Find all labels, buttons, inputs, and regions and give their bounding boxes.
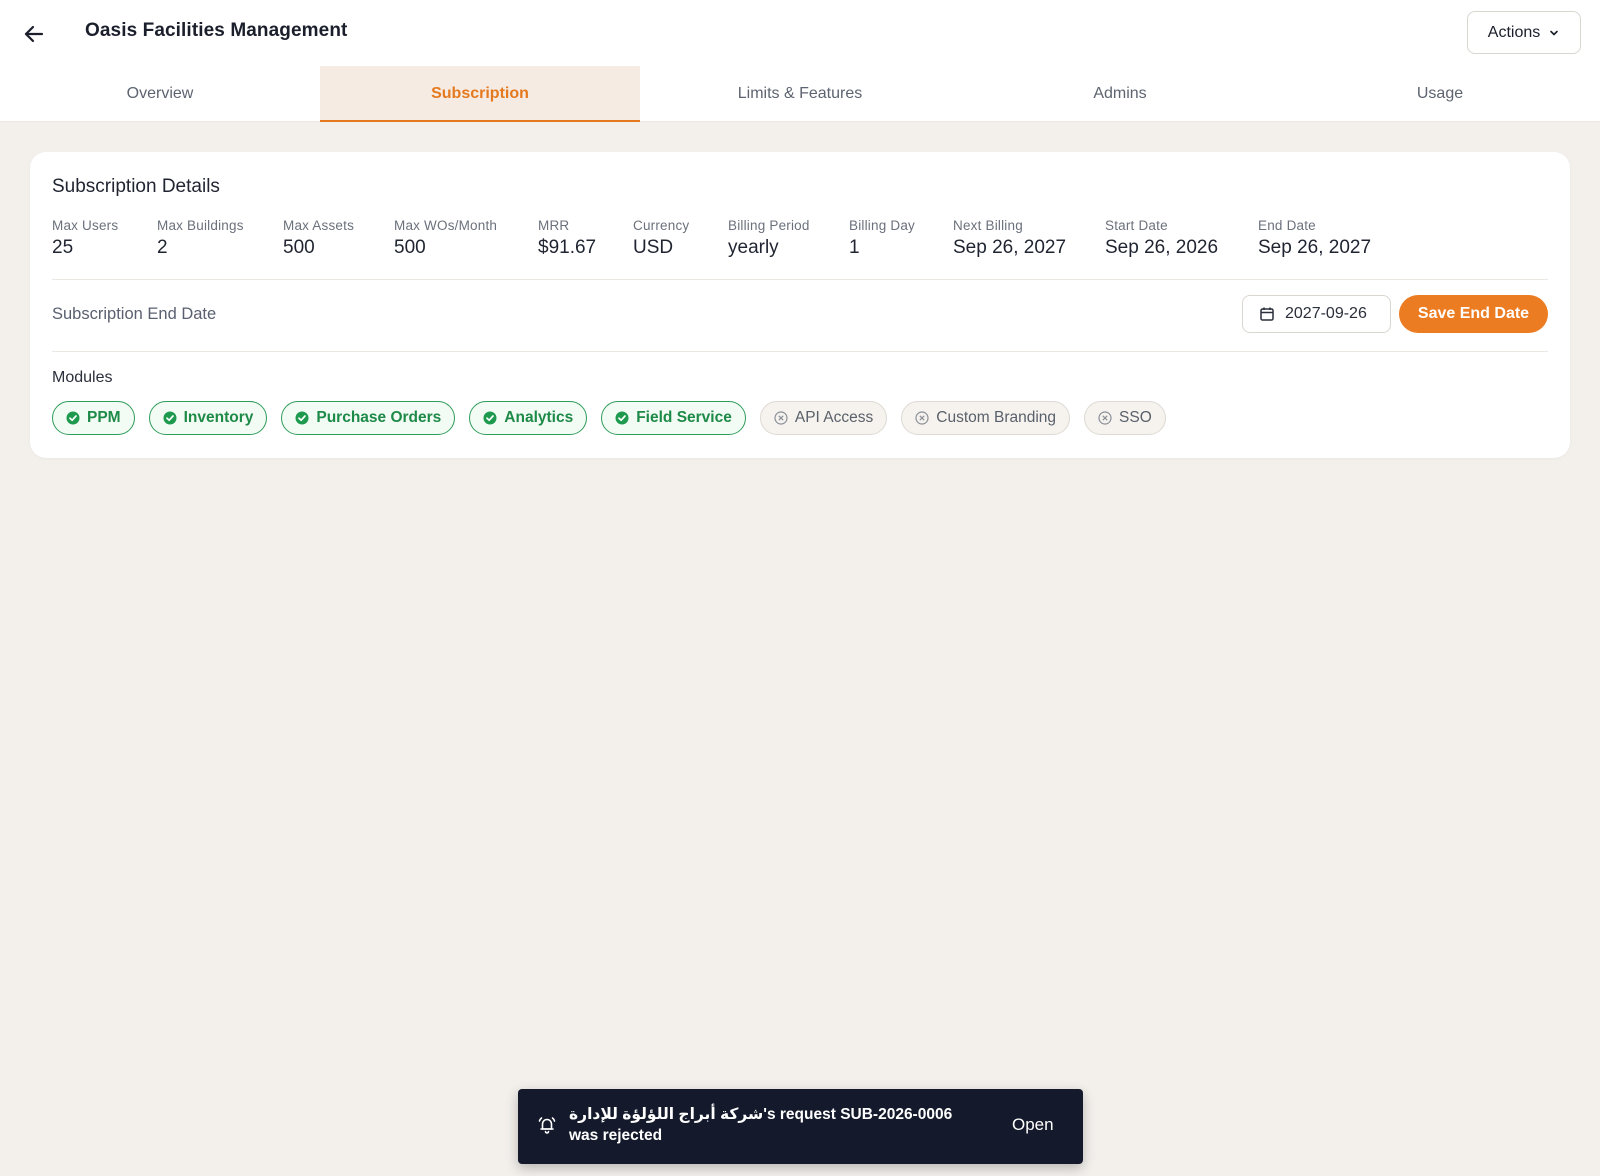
x-circle-icon <box>915 411 929 425</box>
stat-label: Currency <box>633 218 690 233</box>
stat-max-wos-month: Max WOs/Month 500 <box>394 218 497 259</box>
card-title: Subscription Details <box>52 176 220 197</box>
stat-label: Billing Period <box>728 218 810 233</box>
save-end-date-button[interactable]: Save End Date <box>1399 295 1548 333</box>
stat-billing-period: Billing Period yearly <box>728 218 810 259</box>
divider <box>52 351 1548 352</box>
tab-overview[interactable]: Overview <box>0 66 320 122</box>
module-chip-api-access[interactable]: API Access <box>759 401 888 435</box>
stat-value: Sep 26, 2027 <box>953 237 1067 258</box>
module-label: API Access <box>794 409 874 426</box>
stat-value: Sep 26, 2027 <box>1258 237 1372 258</box>
bell-ring-icon <box>538 1117 556 1134</box>
stat-billing-day: Billing Day 1 <box>849 218 915 259</box>
tab-usage[interactable]: Usage <box>1280 66 1600 122</box>
stat-label: Max Buildings <box>157 218 244 233</box>
app-header: Oasis Facilities Management Actions Over… <box>0 0 1600 122</box>
tab-admins[interactable]: Admins <box>960 66 1280 122</box>
divider <box>52 279 1548 280</box>
stat-value: USD <box>633 237 674 258</box>
stat-value: $91.67 <box>538 237 597 258</box>
x-circle-icon <box>1098 411 1112 425</box>
module-label: PPM <box>87 409 121 426</box>
end-date-value: 2027-09-26 <box>1285 305 1367 322</box>
modules-list: PPM Inventory Purchase Orders Analytics … <box>52 401 1166 435</box>
stat-max-users: Max Users 25 <box>52 218 118 259</box>
module-chip-field-service[interactable]: Field Service <box>601 401 746 435</box>
page-title: Oasis Facilities Management <box>85 20 348 41</box>
module-label: Field Service <box>636 409 732 426</box>
module-label: SSO <box>1119 409 1152 426</box>
tab-limits-features[interactable]: Limits & Features <box>640 66 960 122</box>
stat-label: MRR <box>538 218 570 233</box>
stat-next-billing: Next Billing Sep 26, 2027 <box>953 218 1066 259</box>
notification-toast: شركة أبراج اللؤلؤة للإدارة's request SUB… <box>518 1089 1083 1164</box>
module-chip-custom-branding[interactable]: Custom Branding <box>901 401 1071 435</box>
check-circle-icon <box>163 411 177 425</box>
modules-label: Modules <box>52 369 113 386</box>
check-circle-icon <box>483 411 497 425</box>
stat-value: 2 <box>157 237 168 258</box>
tab-subscription[interactable]: Subscription <box>320 66 640 122</box>
module-label: Inventory <box>183 409 254 426</box>
stat-value: 1 <box>849 237 860 258</box>
stat-start-date: Start Date Sep 26, 2026 <box>1105 218 1218 259</box>
subscription-end-date-label: Subscription End Date <box>52 305 217 323</box>
arrow-left-icon <box>24 25 44 43</box>
stat-value: 25 <box>52 237 74 258</box>
module-label: Purchase Orders <box>316 409 442 426</box>
stat-value: 500 <box>394 237 426 258</box>
stat-label: Next Billing <box>953 218 1023 233</box>
stat-label: Billing Day <box>849 218 915 233</box>
stat-label: Max Assets <box>283 218 355 233</box>
stat-value: 500 <box>283 237 315 258</box>
tab-bar: Overview Subscription Limits & Features … <box>0 66 1600 122</box>
calendar-icon <box>1260 307 1274 321</box>
module-label: Custom Branding <box>936 409 1057 426</box>
module-label: Analytics <box>504 409 574 426</box>
module-chip-ppm[interactable]: PPM <box>52 401 135 435</box>
toast-open-button[interactable]: Open <box>1012 1115 1054 1135</box>
back-button[interactable] <box>14 14 54 54</box>
module-chip-inventory[interactable]: Inventory <box>148 401 268 435</box>
module-chip-sso[interactable]: SSO <box>1084 401 1166 435</box>
chevron-down-icon <box>1550 30 1559 35</box>
stat-label: Max Users <box>52 218 119 233</box>
stat-max-assets: Max Assets 500 <box>283 218 354 259</box>
subscription-details-card: Subscription Details Max Users 25 Max Bu… <box>30 152 1570 458</box>
module-chip-analytics[interactable]: Analytics <box>469 401 588 435</box>
check-circle-icon <box>66 411 80 425</box>
toast-message: شركة أبراج اللؤلؤة للإدارة's request SUB… <box>569 1106 953 1144</box>
actions-button-label: Actions <box>1487 23 1541 41</box>
stat-value: yearly <box>728 237 779 258</box>
stat-currency: Currency USD <box>633 218 689 259</box>
check-circle-icon <box>615 411 629 425</box>
stat-max-buildings: Max Buildings 2 <box>157 218 244 259</box>
module-chip-purchase-orders[interactable]: Purchase Orders <box>281 401 456 435</box>
stat-label: End Date <box>1258 218 1316 233</box>
stat-value: Sep 26, 2026 <box>1105 237 1219 258</box>
stat-label: Start Date <box>1105 218 1168 233</box>
end-date-picker[interactable]: 2027-09-26 <box>1242 295 1391 333</box>
stat-end-date: End Date Sep 26, 2027 <box>1258 218 1371 259</box>
x-circle-icon <box>774 411 788 425</box>
stat-mrr: MRR $91.67 <box>538 218 596 259</box>
check-circle-icon <box>295 411 309 425</box>
stat-label: Max WOs/Month <box>394 218 498 233</box>
actions-button[interactable]: Actions <box>1467 11 1581 54</box>
